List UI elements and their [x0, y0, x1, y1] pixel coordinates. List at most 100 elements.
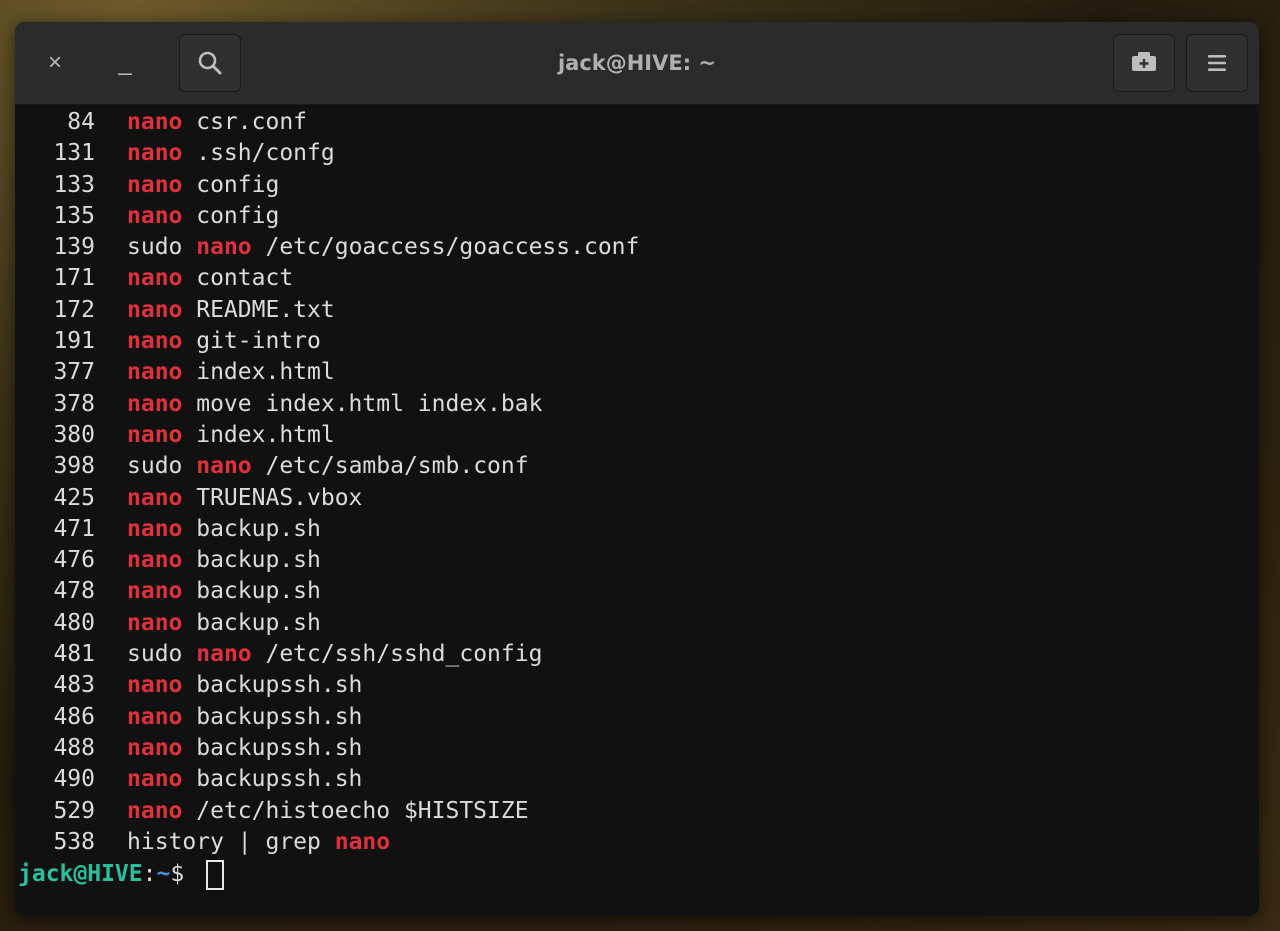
- history-line: 488 nano backupssh.sh: [15, 733, 1259, 764]
- grep-match-highlight: nano: [127, 328, 183, 355]
- prompt-colon: :: [142, 861, 157, 888]
- command-text: contact: [182, 265, 294, 292]
- history-number: 483: [53, 672, 95, 699]
- history-number: 490: [53, 766, 95, 793]
- history-number: 139: [53, 234, 95, 261]
- command-text: backup.sh: [182, 609, 321, 636]
- grep-match-highlight: nano: [127, 734, 183, 761]
- history-number: 172: [53, 296, 95, 323]
- grep-match-highlight: nano: [127, 265, 183, 292]
- history-line: 480 nano backup.sh: [15, 608, 1259, 639]
- command-text: config: [182, 171, 280, 198]
- history-number: 398: [53, 453, 95, 480]
- command-text: backupssh.sh: [182, 734, 363, 761]
- hamburger-menu-icon: [1208, 55, 1226, 71]
- history-line: 481 sudo nano /etc/ssh/sshd_config: [15, 639, 1259, 670]
- command-text: /etc/samba/smb.conf: [251, 453, 529, 480]
- terminal-output[interactable]: 84 nano csr.conf 131 nano .ssh/confg 133 nano…: [15, 105, 1259, 916]
- grep-match-highlight: nano: [127, 515, 183, 542]
- command-text: history | grep: [127, 828, 335, 855]
- grep-match-highlight: nano: [196, 234, 252, 261]
- history-line: 398 sudo nano /etc/samba/smb.conf: [15, 451, 1259, 482]
- minimize-button[interactable]: _: [107, 48, 143, 78]
- command-text: git-intro: [182, 328, 321, 355]
- prompt-path: ~: [156, 861, 171, 888]
- history-number: 191: [53, 328, 95, 355]
- grep-match-highlight: nano: [127, 547, 183, 574]
- history-number: 378: [53, 390, 95, 417]
- grep-match-highlight: nano: [127, 421, 183, 448]
- history-line: 529 nano /etc/histoecho $HISTSIZE: [15, 796, 1259, 827]
- menu-button[interactable]: [1186, 34, 1248, 92]
- grep-match-highlight: nano: [127, 390, 183, 417]
- history-number: 486: [53, 703, 95, 730]
- command-text: csr.conf: [182, 109, 308, 135]
- title-bar: × _ jack@HIVE: ~: [15, 22, 1259, 105]
- new-tab-icon: [1132, 52, 1156, 71]
- command-text: index.html: [182, 421, 335, 448]
- history-line: 135 nano config: [15, 201, 1259, 232]
- command-text: backupssh.sh: [182, 703, 363, 730]
- grep-match-highlight: nano: [196, 453, 252, 480]
- history-number: 488: [53, 734, 95, 761]
- history-line: 476 nano backup.sh: [15, 545, 1259, 576]
- history-line: 378 nano move index.html index.bak: [15, 389, 1259, 420]
- history-number: 476: [53, 547, 95, 574]
- grep-match-highlight: nano: [127, 766, 183, 793]
- history-number: 425: [53, 484, 95, 511]
- history-number: 478: [53, 578, 95, 605]
- grep-match-highlight: nano: [196, 641, 252, 668]
- history-line: 478 nano backup.sh: [15, 576, 1259, 607]
- history-number: 529: [53, 797, 95, 824]
- grep-match-highlight: nano: [127, 140, 183, 167]
- history-line: 139 sudo nano /etc/goaccess/goaccess.conf: [15, 232, 1259, 263]
- command-text: README.txt: [182, 296, 335, 323]
- history-line: 483 nano backupssh.sh: [15, 670, 1259, 701]
- shell-prompt[interactable]: jack@HIVE:~$: [15, 858, 1259, 890]
- grep-match-highlight: nano: [127, 672, 183, 699]
- grep-match-highlight: nano: [127, 359, 183, 386]
- minimize-icon: _: [118, 49, 132, 76]
- close-button[interactable]: ×: [37, 48, 73, 78]
- command-text: config: [182, 202, 280, 229]
- history-line: 380 nano index.html: [15, 420, 1259, 451]
- command-text: backup.sh: [182, 547, 321, 574]
- history-number: 84: [67, 109, 95, 135]
- search-button[interactable]: [179, 34, 241, 92]
- history-line: 191 nano git-intro: [15, 326, 1259, 357]
- grep-match-highlight: nano: [127, 296, 183, 323]
- terminal-window: × _ jack@HIVE: ~ 84 nano csr.conf 131 na…: [15, 22, 1259, 916]
- history-line: 171 nano contact: [15, 263, 1259, 294]
- command-text: sudo: [127, 641, 197, 668]
- history-line: 538 history | grep nano: [15, 827, 1259, 858]
- prompt-symbol: $: [170, 861, 199, 888]
- history-number: 133: [53, 171, 95, 198]
- history-line: 133 nano config: [15, 170, 1259, 201]
- history-list: 84 nano csr.conf 131 nano .ssh/confg 133 nano…: [15, 107, 1259, 858]
- grep-match-highlight: nano: [127, 703, 183, 730]
- command-text: move index.html index.bak: [182, 390, 543, 417]
- command-text: /etc/histoecho $HISTSIZE: [182, 797, 529, 824]
- history-number: 538: [53, 828, 95, 855]
- history-line: 131 nano .ssh/confg: [15, 138, 1259, 169]
- history-line: 377 nano index.html: [15, 357, 1259, 388]
- command-text: TRUENAS.vbox: [182, 484, 363, 511]
- command-text: backup.sh: [182, 578, 321, 605]
- command-text: backupssh.sh: [182, 766, 363, 793]
- command-text: backup.sh: [182, 515, 321, 542]
- history-number: 471: [53, 515, 95, 542]
- new-tab-button[interactable]: [1113, 34, 1175, 92]
- history-number: 131: [53, 140, 95, 167]
- command-text: backupssh.sh: [182, 672, 363, 699]
- close-icon: ×: [47, 49, 62, 76]
- command-text: /etc/goaccess/goaccess.conf: [251, 234, 640, 261]
- prompt-user-host: jack@HIVE: [18, 861, 143, 888]
- history-number: 171: [53, 265, 95, 292]
- grep-match-highlight: nano: [127, 578, 183, 605]
- history-number: 135: [53, 202, 95, 229]
- command-text: index.html: [182, 359, 335, 386]
- history-number: 377: [53, 359, 95, 386]
- grep-match-highlight: nano: [127, 171, 183, 198]
- history-line: 425 nano TRUENAS.vbox: [15, 483, 1259, 514]
- history-line: 471 nano backup.sh: [15, 514, 1259, 545]
